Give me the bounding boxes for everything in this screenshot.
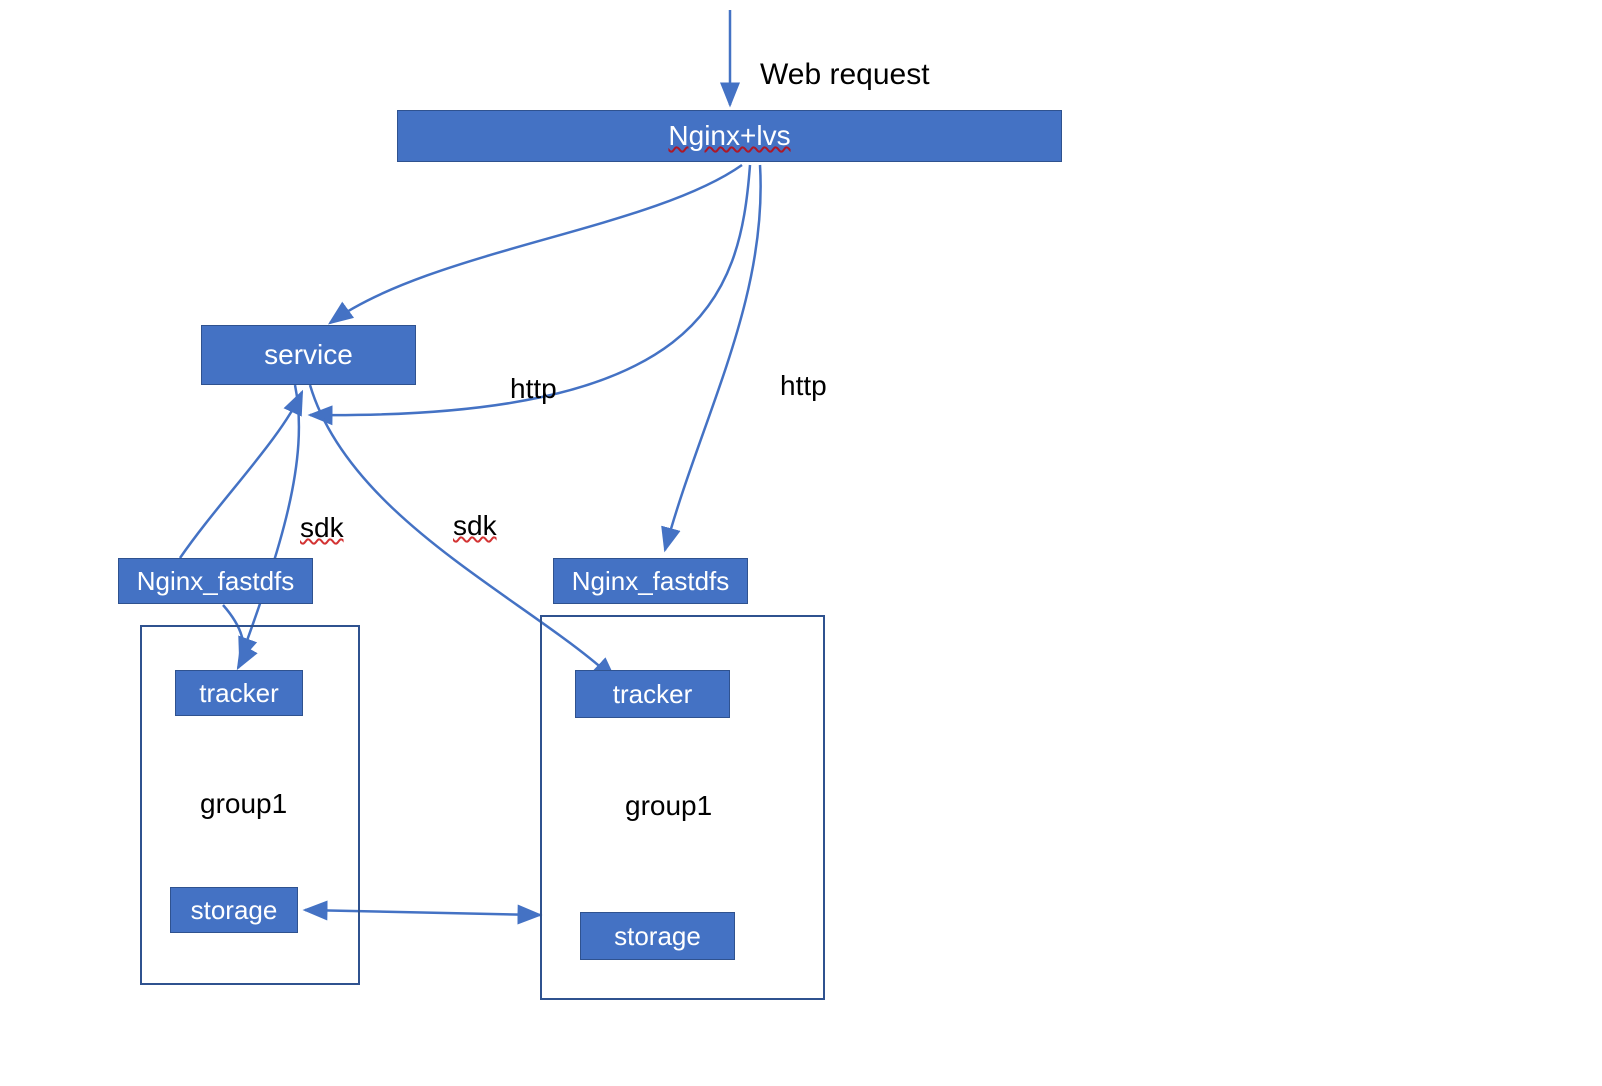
nginx-lvs-text: Nginx+lvs xyxy=(668,120,790,152)
nginx-fastdfs-left-text: Nginx_fastdfs xyxy=(137,566,295,597)
label-http-left: http xyxy=(510,373,557,405)
label-group1-left: group1 xyxy=(200,788,287,820)
diagram-canvas: Web request Nginx+lvs service http http … xyxy=(0,0,1602,1086)
node-nginx-fastdfs-left: Nginx_fastdfs xyxy=(118,558,313,604)
node-storage-left: storage xyxy=(170,887,298,933)
tracker-right-text: tracker xyxy=(613,679,692,710)
node-service: service xyxy=(201,325,416,385)
storage-left-text: storage xyxy=(191,895,278,926)
service-text: service xyxy=(264,339,353,371)
nginx-fastdfs-right-text: Nginx_fastdfs xyxy=(572,566,730,597)
arrow-nginx-to-right-http xyxy=(665,165,761,550)
node-tracker-right: tracker xyxy=(575,670,730,718)
storage-right-text: storage xyxy=(614,921,701,952)
node-nginx-fastdfs-right: Nginx_fastdfs xyxy=(553,558,748,604)
node-storage-right: storage xyxy=(580,912,735,960)
label-http-right: http xyxy=(780,370,827,402)
arrow-service-to-tracker-left xyxy=(240,385,299,660)
node-tracker-left: tracker xyxy=(175,670,303,716)
node-nginx-lvs: Nginx+lvs xyxy=(397,110,1062,162)
arrow-nginx-to-service xyxy=(330,165,742,323)
label-sdk-left: sdk xyxy=(300,512,344,544)
tracker-left-text: tracker xyxy=(199,678,278,709)
arrow-nfastdfs-to-service xyxy=(180,392,302,558)
label-web-request: Web request xyxy=(760,58,930,92)
label-sdk-right: sdk xyxy=(453,510,497,542)
label-group1-right: group1 xyxy=(625,790,712,822)
